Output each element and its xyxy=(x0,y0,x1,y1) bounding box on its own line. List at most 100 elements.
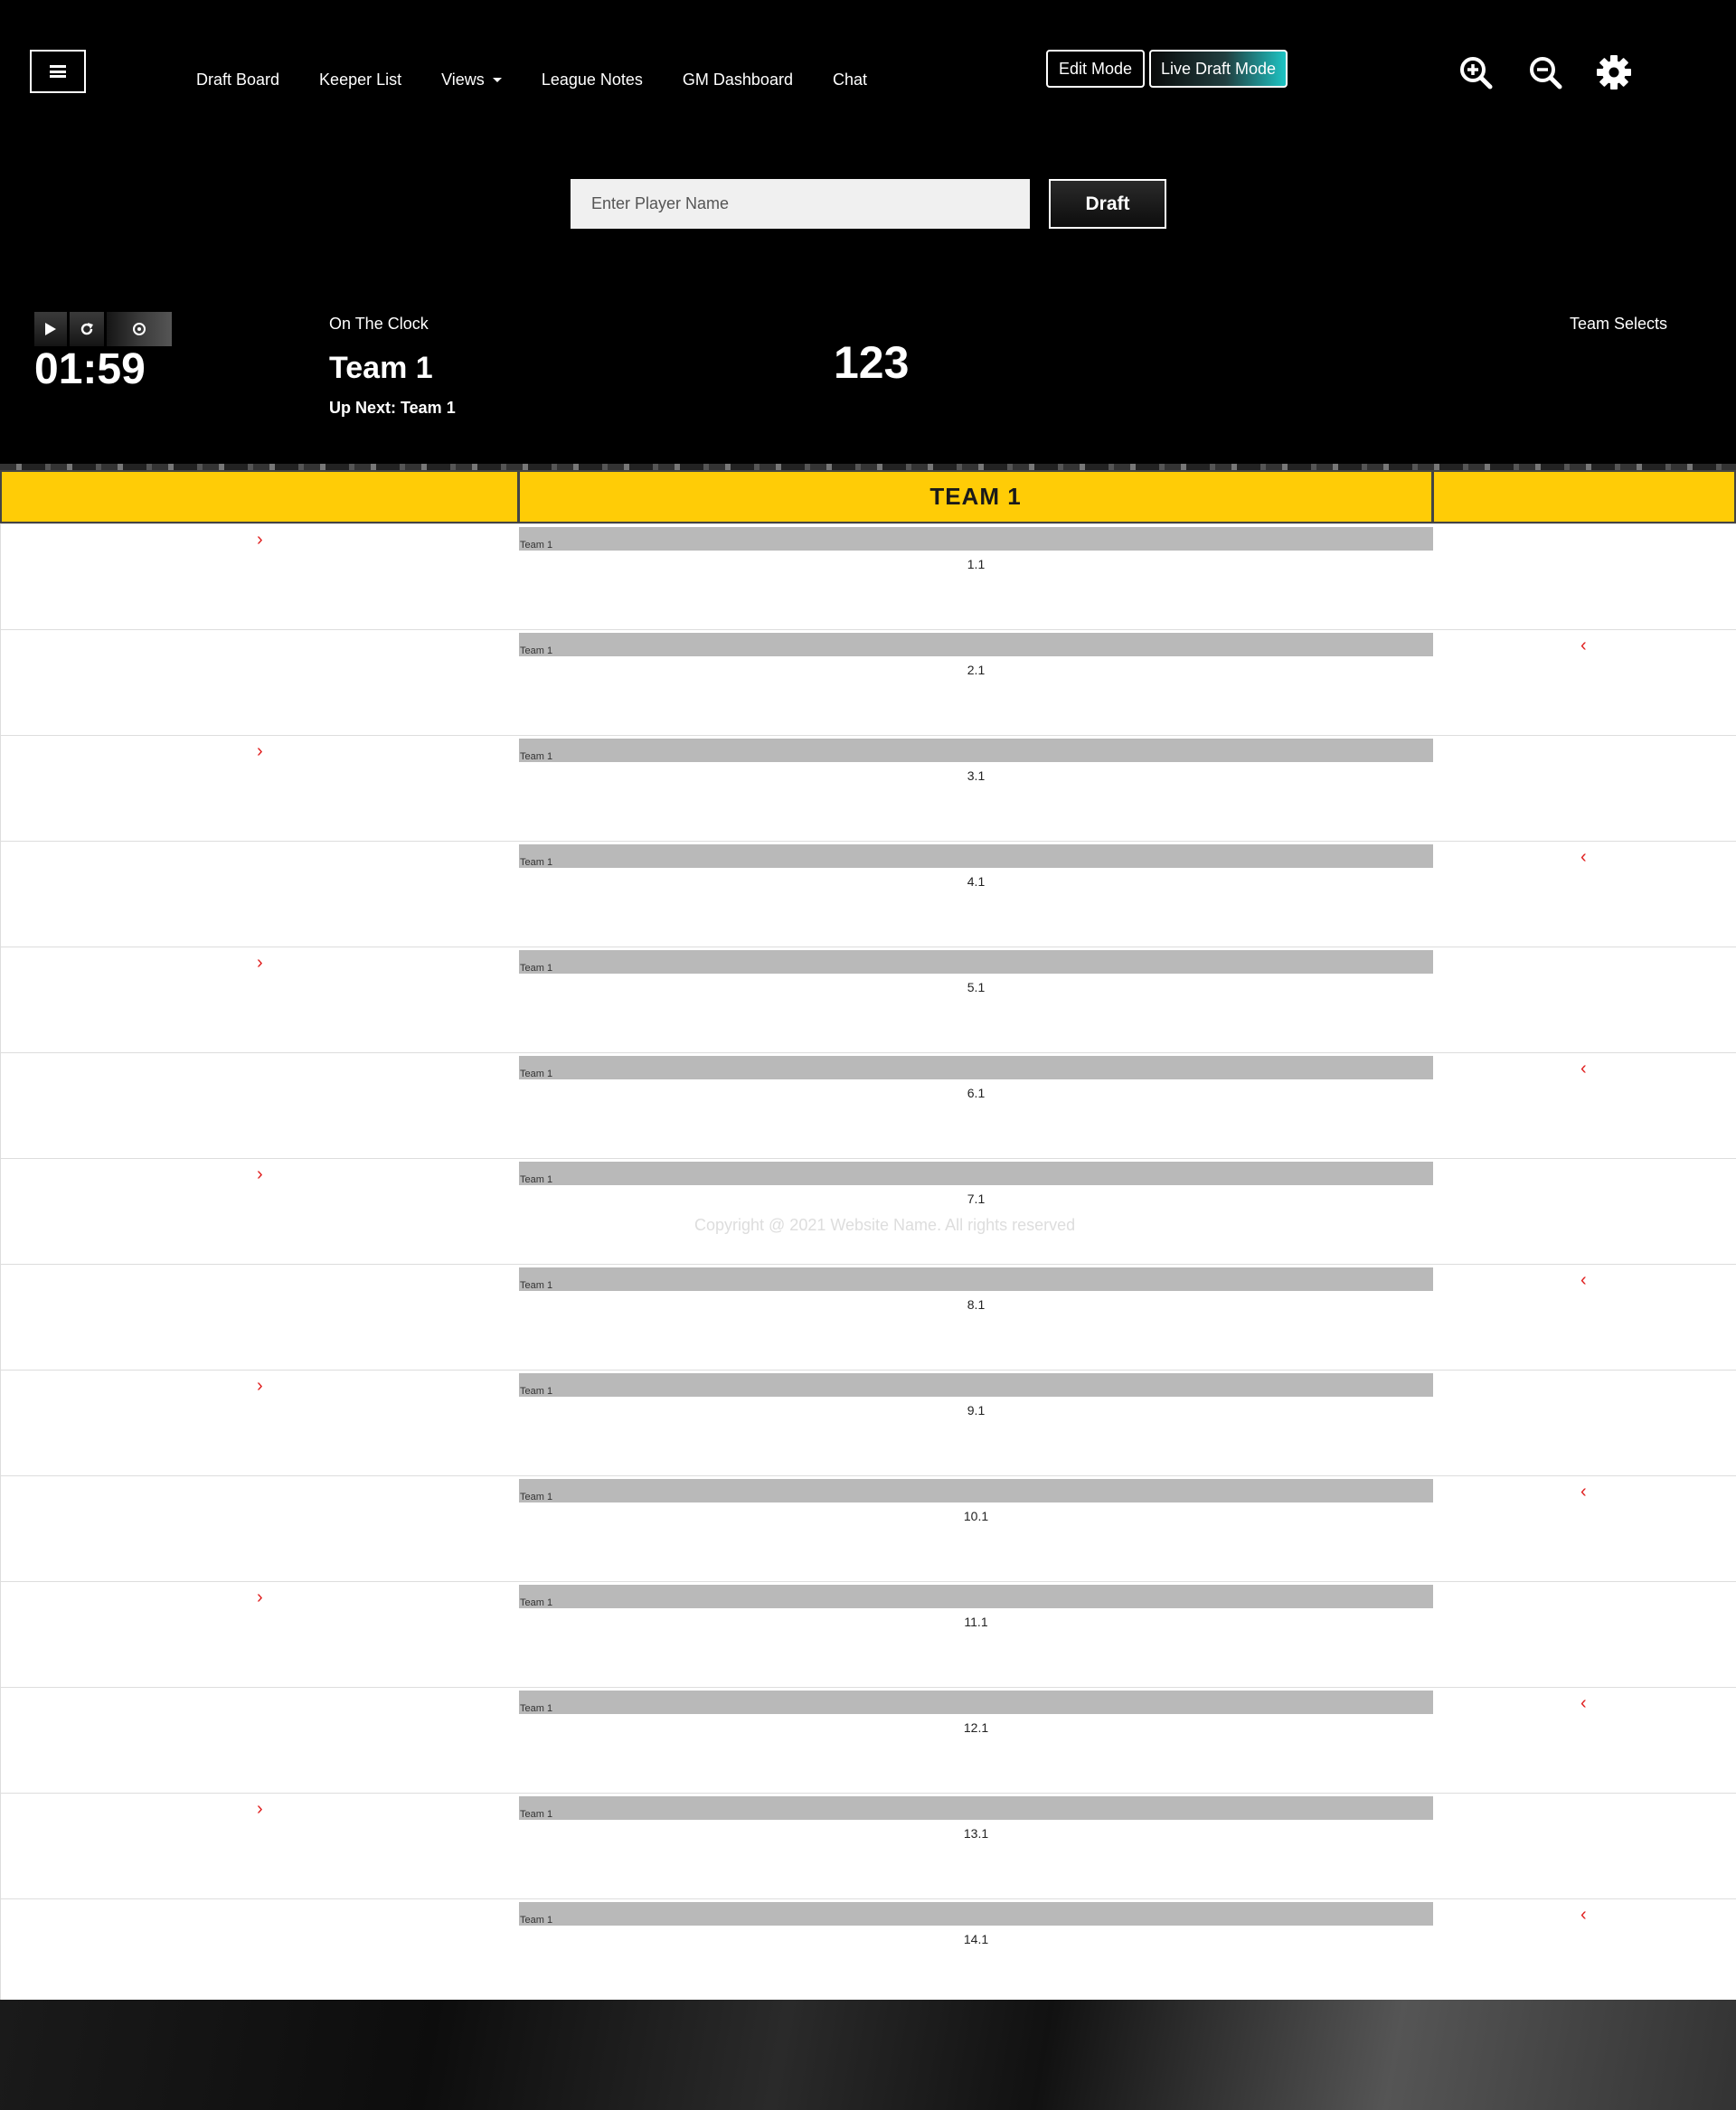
pick-number-label: 5.1 xyxy=(967,980,986,994)
team-selects-label: Team Selects xyxy=(1570,315,1668,333)
pick-team-label: Team 1 xyxy=(520,1386,553,1397)
pick-slot[interactable]: Team 1 xyxy=(519,1585,1433,1608)
pick-number-label: 13.1 xyxy=(963,1826,989,1841)
team-column-header[interactable]: TEAM 1 xyxy=(518,470,1433,523)
pick-number-label: 7.1 xyxy=(967,1192,986,1206)
pick-slot[interactable]: Team 1 xyxy=(519,1056,1433,1079)
header-cell-left xyxy=(0,470,519,523)
pick-team-label: Team 1 xyxy=(520,1809,553,1820)
pick-team-label: Team 1 xyxy=(520,1492,553,1502)
header-cell-right xyxy=(1432,470,1736,523)
pick-number-label: 1.1 xyxy=(967,557,986,571)
stopwatch-icon xyxy=(133,323,146,335)
nav-league-notes[interactable]: League Notes xyxy=(542,71,643,89)
pick-slot[interactable]: Team 1 xyxy=(519,633,1433,656)
nav-gm-dashboard[interactable]: GM Dashboard xyxy=(683,71,793,89)
background-image xyxy=(0,2000,1736,2110)
arrow-left-icon: ‹ xyxy=(1580,847,1587,867)
pick-slot[interactable]: Team 1 xyxy=(519,739,1433,762)
arrow-left-icon: ‹ xyxy=(1580,1905,1587,1925)
pick-row: Team 1 12.1 ‹ xyxy=(0,1687,1736,1793)
copyright-text: Copyright @ 2021 Website Name. All right… xyxy=(694,1216,1076,1234)
arrow-right-icon: › xyxy=(257,1376,263,1396)
caret-down-icon xyxy=(492,78,502,82)
main-nav: Draft Board Keeper List Views League Not… xyxy=(196,71,907,89)
pick-team-label: Team 1 xyxy=(520,1069,553,1079)
draft-button[interactable]: Draft xyxy=(1049,179,1166,229)
up-next-label: Up Next: Team 1 xyxy=(329,399,456,417)
pick-row: Team 1 9.1 › xyxy=(0,1370,1736,1475)
timer-controls xyxy=(34,312,175,346)
pick-team-label: Team 1 xyxy=(520,540,553,551)
pick-slot[interactable]: Team 1 xyxy=(519,1373,1433,1397)
pick-team-label: Team 1 xyxy=(520,645,553,656)
pick-row: Team 1 14.1 ‹ xyxy=(0,1898,1736,2004)
menu-button[interactable] xyxy=(30,50,86,93)
pick-team-label: Team 1 xyxy=(520,963,553,974)
pick-number-label: 10.1 xyxy=(963,1509,989,1523)
refresh-icon xyxy=(80,323,93,335)
pick-row: Team 1 11.1 › xyxy=(0,1581,1736,1687)
pick-row: Team 1 8.1 ‹ xyxy=(0,1264,1736,1370)
pick-number-label: 2.1 xyxy=(967,663,986,677)
pick-slot[interactable]: Team 1 xyxy=(519,527,1433,551)
nav-chat[interactable]: Chat xyxy=(833,71,867,89)
on-the-clock-label: On The Clock xyxy=(329,315,429,333)
arrow-left-icon: ‹ xyxy=(1580,1059,1587,1079)
stop-timer-button[interactable] xyxy=(107,312,172,346)
pick-row: Team 1 10.1 ‹ xyxy=(0,1475,1736,1581)
pick-slot[interactable]: Team 1 xyxy=(519,1796,1433,1820)
pick-row: Team 1 5.1 › xyxy=(0,947,1736,1052)
pick-team-label: Team 1 xyxy=(520,1703,553,1714)
pick-number-label: 3.1 xyxy=(967,768,986,783)
pick-team-label: Team 1 xyxy=(520,1597,553,1608)
zoom-out-icon[interactable] xyxy=(1527,54,1563,90)
pick-row: Team 1 3.1 › xyxy=(0,735,1736,841)
draft-timer: 01:59 xyxy=(34,345,146,393)
zoom-in-icon[interactable] xyxy=(1458,54,1494,90)
pick-slot[interactable]: Team 1 xyxy=(519,1902,1433,1926)
pick-slot[interactable]: Team 1 xyxy=(519,844,1433,868)
pick-row: Team 1 7.1 › xyxy=(0,1158,1736,1264)
pick-number-label: 4.1 xyxy=(967,874,986,889)
pick-number-label: 11.1 xyxy=(964,1615,988,1629)
current-pick-number: 123 xyxy=(834,337,910,388)
board-header: TEAM 1 xyxy=(0,470,1736,523)
on-the-clock-team: Team 1 xyxy=(329,351,433,385)
live-draft-mode-button[interactable]: Live Draft Mode xyxy=(1149,50,1288,88)
pick-number-label: 8.1 xyxy=(967,1297,986,1312)
pick-slot[interactable]: Team 1 xyxy=(519,1691,1433,1714)
pick-team-label: Team 1 xyxy=(520,1915,553,1926)
pick-team-label: Team 1 xyxy=(520,1174,553,1185)
arrow-right-icon: › xyxy=(257,741,263,761)
pick-row: Team 1 2.1 ‹ xyxy=(0,629,1736,735)
nav-views-label: Views xyxy=(441,71,485,89)
pick-row: Team 1 4.1 ‹ xyxy=(0,841,1736,947)
pick-number-label: 14.1 xyxy=(963,1932,989,1946)
nav-keeper-list[interactable]: Keeper List xyxy=(319,71,401,89)
play-button[interactable] xyxy=(34,312,67,346)
edit-mode-button[interactable]: Edit Mode xyxy=(1046,50,1145,88)
nav-draft-board[interactable]: Draft Board xyxy=(196,71,279,89)
pick-row: Team 1 6.1 ‹ xyxy=(0,1052,1736,1158)
nav-views-dropdown[interactable]: Views xyxy=(441,71,502,89)
pick-team-label: Team 1 xyxy=(520,857,553,868)
pick-slot[interactable]: Team 1 xyxy=(519,1479,1433,1502)
pick-slot[interactable]: Team 1 xyxy=(519,1267,1433,1291)
pick-team-label: Team 1 xyxy=(520,1280,553,1291)
pick-slot[interactable]: Team 1 xyxy=(519,1162,1433,1185)
pick-slot[interactable]: Team 1 xyxy=(519,950,1433,974)
arrow-right-icon: › xyxy=(257,953,263,973)
arrow-left-icon: ‹ xyxy=(1580,1270,1587,1290)
player-name-input[interactable] xyxy=(571,179,1030,229)
pick-team-label: Team 1 xyxy=(520,751,553,762)
arrow-right-icon: › xyxy=(257,1799,263,1819)
arrow-left-icon: ‹ xyxy=(1580,1693,1587,1713)
pick-row: Team 1 1.1 › xyxy=(0,523,1736,629)
draft-board: TEAM 1 Team 1 1.1 › Team 1 2.1 ‹ Team 1 3.1 › Tea… xyxy=(0,470,1736,2004)
arrow-right-icon: › xyxy=(257,1587,263,1607)
hamburger-icon xyxy=(50,65,66,78)
gear-icon[interactable] xyxy=(1596,54,1632,90)
reset-button[interactable] xyxy=(70,312,104,346)
pick-row: Team 1 13.1 › xyxy=(0,1793,1736,1898)
